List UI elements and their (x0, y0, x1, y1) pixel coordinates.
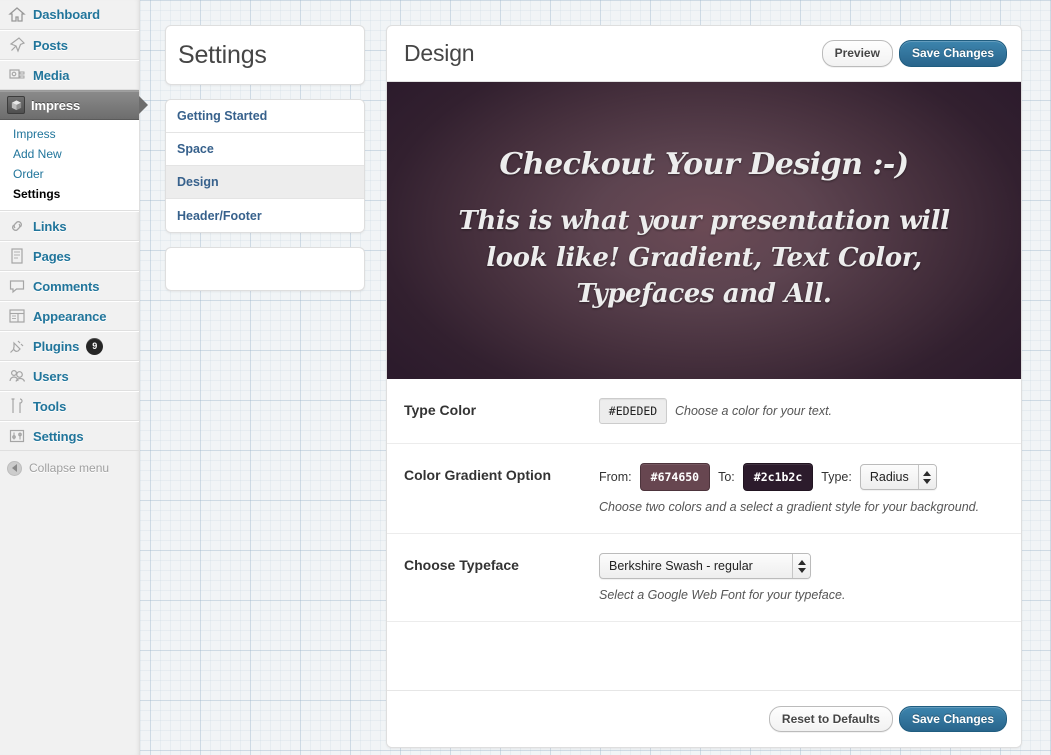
sidebar-item-media[interactable]: Media (0, 60, 139, 90)
settings-title-card: Settings (165, 25, 365, 85)
gradient-to-swatch[interactable]: #2c1b2c (742, 463, 814, 491)
sidebar-label-settings: Settings (33, 428, 84, 444)
label-choose-typeface: Choose Typeface (404, 557, 519, 573)
form-row-typeface: Choose Typeface Berkshire Swash - regula… (387, 534, 1021, 622)
design-panel-footer: Reset to Defaults Save Changes (387, 690, 1021, 747)
plug-icon (7, 336, 27, 356)
stepper-arrows-icon (792, 554, 810, 578)
field-typeface: Berkshire Swash - regular Select a Googl… (599, 553, 1021, 602)
form-row-color-gradient: Color Gradient Option From: #674650 To: … (387, 444, 1021, 534)
submenu-item-impress[interactable]: Impress (0, 124, 139, 144)
preview-body-text: This is what your presentation will look… (458, 205, 950, 310)
gradient-from-label: From: (599, 470, 632, 484)
sidebar-label-media: Media (33, 67, 70, 83)
nav-item-label: Design (177, 175, 219, 189)
hint-typeface: Select a Google Web Font for your typefa… (599, 588, 846, 602)
submenu-item-order[interactable]: Order (0, 164, 139, 184)
nav-item-label: Getting Started (177, 109, 268, 123)
sidebar-item-links[interactable]: Links (0, 211, 139, 241)
tools-icon (7, 396, 27, 416)
label-color-gradient: Color Gradient Option (404, 467, 551, 483)
hint-type-color: Choose a color for your text. (675, 404, 833, 418)
design-panel-header: Design Preview Save Changes (387, 26, 1021, 82)
sidebar-item-appearance[interactable]: Appearance (0, 301, 139, 331)
preview-heading: Checkout Your Design :-) (499, 146, 909, 182)
sidebar-label-impress: Impress (31, 97, 81, 113)
users-icon (7, 366, 27, 386)
plugins-update-badge: 9 (86, 337, 104, 355)
sidebar-label-plugins: Plugins (33, 338, 80, 354)
label-type-color: Type Color (404, 402, 477, 418)
sidebar-label-dashboard: Dashboard (33, 7, 101, 22)
gradient-type-value: Radius (869, 470, 909, 484)
preview-button[interactable]: Preview (821, 40, 893, 67)
page-title: Settings (178, 40, 267, 69)
pin-icon (7, 35, 27, 55)
gradient-type-label: Type: (821, 470, 852, 484)
sidebar-item-users[interactable]: Users (0, 361, 139, 391)
typeface-select[interactable]: Berkshire Swash - regular (599, 553, 811, 579)
settings-extra-card (165, 247, 365, 291)
settings-nav-card: Getting Started Space Design Header/Foot… (165, 99, 365, 233)
design-preview-stage: Checkout Your Design :-) This is what yo… (387, 82, 1021, 379)
reset-to-defaults-button[interactable]: Reset to Defaults (768, 705, 893, 733)
sidebar-label-pages: Pages (33, 248, 71, 264)
settings-nav-column: Settings Getting Started Space Design He… (165, 25, 365, 291)
sidebar-item-tools[interactable]: Tools (0, 391, 139, 421)
design-panel-title: Design (404, 40, 475, 66)
sidebar-item-dashboard[interactable]: Dashboard (0, 0, 139, 30)
hint-color-gradient: Choose two colors and a select a gradien… (599, 500, 980, 514)
field-type-color: #EDEDED Choose a color for your text. (599, 398, 1021, 424)
gradient-type-select[interactable]: Radius (859, 464, 937, 490)
sidebar-item-comments[interactable]: Comments (0, 271, 139, 301)
gradient-from-swatch[interactable]: #674650 (639, 463, 711, 491)
design-header-actions: Preview Save Changes (821, 40, 1007, 67)
sidebar-item-posts[interactable]: Posts (0, 30, 139, 60)
typeface-value: Berkshire Swash - regular (609, 559, 753, 573)
admin-sidebar: Dashboard Posts Media Impress Impress Ad… (0, 0, 148, 755)
save-changes-button-top[interactable]: Save Changes (898, 40, 1007, 67)
settings-sliders-icon (7, 426, 27, 446)
type-color-input[interactable]: #EDEDED (599, 398, 667, 424)
impress-cube-icon (7, 96, 25, 114)
pages-icon (7, 246, 27, 266)
sidebar-item-pages[interactable]: Pages (0, 241, 139, 271)
field-color-gradient: From: #674650 To: #2c1b2c Type: Radius C… (599, 463, 1021, 514)
sidebar-item-settings[interactable]: Settings (0, 421, 139, 451)
sidebar-label-links: Links (33, 218, 67, 234)
sidebar-label-posts: Posts (33, 37, 68, 53)
submenu-item-settings[interactable]: Settings (0, 184, 139, 204)
sidebar-label-users: Users (33, 368, 69, 384)
sidebar-item-plugins[interactable]: Plugins 9 (0, 331, 139, 361)
nav-item-design[interactable]: Design (166, 166, 364, 199)
sidebar-label-comments: Comments (33, 278, 100, 294)
nav-item-space[interactable]: Space (166, 133, 364, 166)
sidebar-item-impress[interactable]: Impress (0, 90, 148, 120)
impress-submenu: Impress Add New Order Settings (0, 120, 139, 211)
collapse-menu-button[interactable]: Collapse menu (0, 453, 139, 483)
nav-item-label: Header/Footer (177, 208, 262, 223)
nav-item-header-footer[interactable]: Header/Footer (166, 199, 364, 232)
sidebar-label-tools: Tools (33, 398, 67, 414)
media-icon (7, 65, 27, 85)
sidebar-label-appearance: Appearance (33, 308, 107, 324)
appearance-icon (7, 306, 27, 326)
design-panel: Design Preview Save Changes Checkout You… (386, 25, 1022, 748)
gradient-to-label: To: (718, 470, 735, 484)
submenu-item-add-new[interactable]: Add New (0, 144, 139, 164)
nav-item-label: Space (177, 142, 214, 156)
dashboard-icon (7, 5, 27, 25)
link-icon (7, 216, 27, 236)
form-row-type-color: Type Color #EDEDED Choose a color for yo… (387, 379, 1021, 444)
comment-bubble-icon (7, 276, 27, 296)
save-changes-button-bottom[interactable]: Save Changes (898, 705, 1007, 733)
collapse-arrow-icon (7, 460, 22, 476)
collapse-menu-label: Collapse menu (29, 461, 110, 475)
stepper-arrows-icon (917, 465, 936, 489)
nav-item-getting-started[interactable]: Getting Started (166, 100, 364, 133)
